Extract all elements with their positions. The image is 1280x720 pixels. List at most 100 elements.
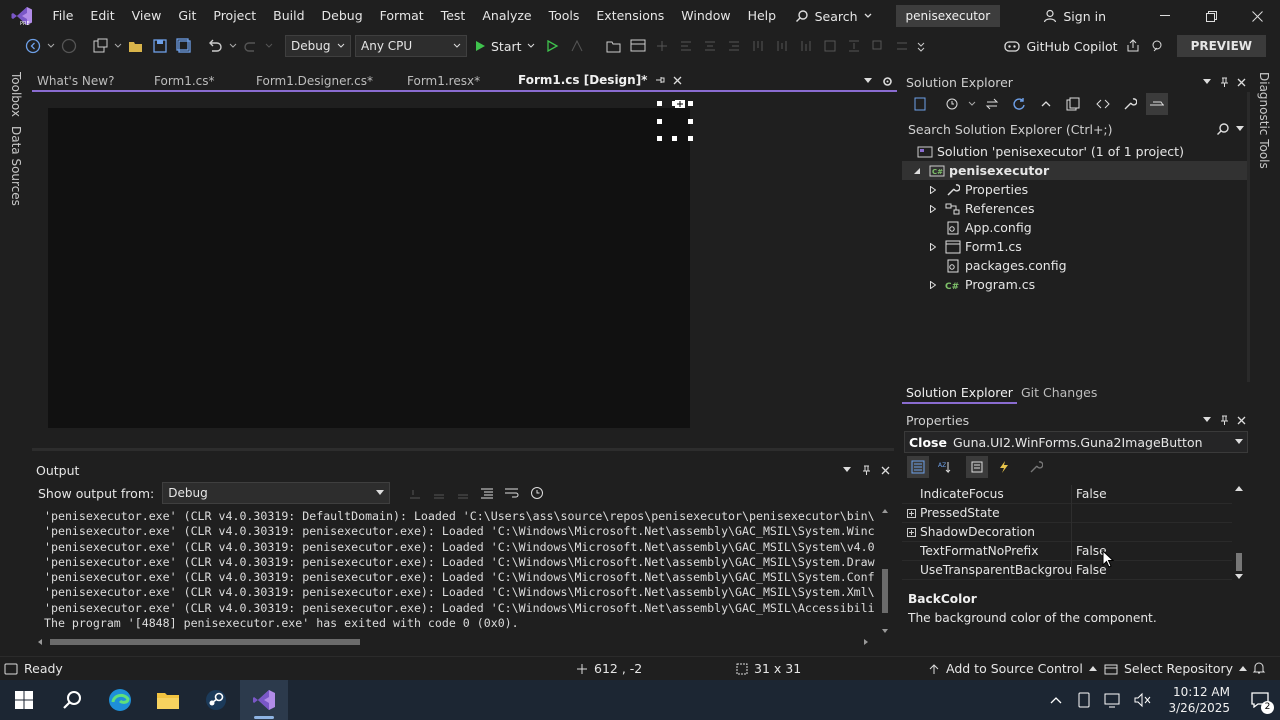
pending-changes-icon[interactable]: [941, 93, 963, 115]
property-value[interactable]: [1071, 522, 1232, 542]
close-icon[interactable]: [673, 76, 682, 85]
property-row-textformatnoprefix[interactable]: TextFormatNoPrefix False: [902, 541, 1232, 561]
new-project-icon[interactable]: [89, 35, 111, 57]
back-icon[interactable]: [22, 35, 44, 57]
solution-name-badge[interactable]: penisexecutor: [895, 5, 1001, 27]
pin-icon[interactable]: [861, 465, 871, 476]
property-value[interactable]: False: [1071, 560, 1232, 580]
edge-browser-icon[interactable]: [96, 680, 144, 720]
expanded-icon[interactable]: [910, 167, 924, 175]
menu-item-window[interactable]: Window: [673, 0, 739, 32]
browse-folder-icon[interactable]: [603, 35, 625, 57]
toolbox-tab[interactable]: Toolbox: [9, 72, 23, 117]
menu-item-debug[interactable]: Debug: [313, 0, 371, 32]
property-row-shadowdecoration[interactable]: ShadowDecoration: [902, 522, 1232, 542]
menu-item-extensions[interactable]: Extensions: [588, 0, 673, 32]
sign-in-button[interactable]: Sign in: [1043, 9, 1106, 24]
properties-view-icon[interactable]: [966, 456, 988, 478]
tab-list-dropdown-icon[interactable]: [864, 78, 872, 84]
menu-item-edit[interactable]: Edit: [82, 0, 123, 32]
tree-project-node[interactable]: C# penisexecutor: [902, 161, 1250, 180]
same-size-icon[interactable]: [819, 35, 841, 57]
configuration-dropdown[interactable]: Debug: [285, 35, 351, 57]
property-row-pressedstate[interactable]: PressedState: [902, 503, 1232, 523]
tree-item-form1-cs[interactable]: Form1.cs: [902, 237, 1250, 256]
alphabetical-icon[interactable]: AZ: [934, 456, 956, 478]
view-code-icon[interactable]: [1092, 93, 1114, 115]
align-right-icon[interactable]: [723, 35, 745, 57]
refresh-icon[interactable]: [1008, 93, 1030, 115]
github-copilot-button[interactable]: GitHub Copilot: [1004, 39, 1118, 54]
tree-solution-node[interactable]: Solution 'penisexecutor' (1 of 1 project…: [902, 142, 1250, 161]
preview-button[interactable]: PREVIEW: [1176, 35, 1266, 57]
chevron-down-icon[interactable]: [46, 35, 56, 57]
close-button-selection[interactable]: [657, 99, 693, 141]
preview-selected-icon[interactable]: [1146, 93, 1168, 115]
show-all-files-icon[interactable]: [1062, 93, 1084, 115]
tab-solution-explorer[interactable]: Solution Explorer: [902, 382, 1017, 404]
menu-item-help[interactable]: Help: [739, 0, 785, 32]
output-horizontal-scrollbar[interactable]: [36, 637, 874, 647]
tab-form1-resx[interactable]: Form1.resx*: [402, 70, 513, 92]
bring-front-icon[interactable]: [867, 35, 889, 57]
output-window-icon[interactable]: [4, 663, 18, 675]
solution-explorer-search[interactable]: Search Solution Explorer (Ctrl+;): [904, 118, 1248, 140]
chevron-down-icon[interactable]: [113, 35, 123, 57]
tab-form1-designer[interactable]: Form1.Designer.cs*: [251, 70, 402, 92]
start-debugging-button[interactable]: Start: [469, 39, 541, 54]
move-glyph-icon[interactable]: [674, 99, 686, 109]
expand-arrow-icon[interactable]: [926, 280, 940, 289]
notification-center-icon[interactable]: 2: [1240, 680, 1280, 720]
events-lightning-icon[interactable]: [993, 456, 1015, 478]
menu-item-project[interactable]: Project: [205, 0, 265, 32]
switch-views-icon[interactable]: [909, 93, 931, 115]
taskbar-search-icon[interactable]: [48, 680, 96, 720]
window-menu-icon[interactable]: [1203, 79, 1211, 85]
menu-item-view[interactable]: View: [123, 0, 170, 32]
word-wrap-icon[interactable]: [504, 487, 520, 499]
menu-item-tools[interactable]: Tools: [540, 0, 588, 32]
data-sources-tab[interactable]: Data Sources: [9, 126, 23, 206]
solution-explorer-scrollbar[interactable]: [1247, 92, 1250, 382]
next-message-icon[interactable]: [456, 487, 470, 499]
feedback-icon[interactable]: [1146, 35, 1168, 57]
save-icon[interactable]: [149, 35, 171, 57]
output-vertical-scrollbar[interactable]: [880, 507, 890, 637]
property-value[interactable]: False: [1071, 541, 1232, 561]
menu-item-git[interactable]: Git: [170, 0, 205, 32]
object-selector-dropdown[interactable]: Close Guna.UI2.WinForms.Guna2ImageButton: [904, 431, 1248, 453]
device-icon[interactable]: [1076, 692, 1092, 708]
volume-muted-icon[interactable]: [1134, 692, 1152, 708]
expand-plus-icon[interactable]: [902, 508, 920, 518]
redo-icon[interactable]: [240, 35, 262, 57]
expand-arrow-icon[interactable]: [926, 242, 940, 251]
expand-plus-icon[interactable]: [902, 527, 920, 537]
toolbar-options-icon[interactable]: [915, 35, 927, 57]
tab-order-icon[interactable]: [891, 35, 913, 57]
steam-icon[interactable]: [192, 680, 240, 720]
minimize-button[interactable]: [1142, 0, 1188, 32]
designer-splitter[interactable]: [32, 448, 894, 451]
expand-arrow-icon[interactable]: [926, 204, 940, 213]
undo-icon[interactable]: [204, 35, 226, 57]
menu-item-build[interactable]: Build: [265, 0, 313, 32]
share-icon[interactable]: [1122, 35, 1144, 57]
restore-button[interactable]: [1188, 0, 1234, 32]
tab-whats-new[interactable]: What's New?: [32, 70, 149, 92]
menu-item-analyze[interactable]: Analyze: [474, 0, 540, 32]
start-without-debugging-icon[interactable]: [542, 35, 564, 57]
align-center-icon[interactable]: [699, 35, 721, 57]
system-clock[interactable]: 10:12 AM 3/26/2025: [1158, 684, 1240, 716]
tab-git-changes[interactable]: Git Changes: [1017, 382, 1101, 404]
pin-icon[interactable]: [1219, 415, 1229, 426]
tab-form1-cs[interactable]: Form1.cs*: [149, 70, 251, 92]
close-icon[interactable]: [1237, 416, 1246, 425]
search-options-icon[interactable]: [1236, 126, 1244, 132]
output-source-dropdown[interactable]: Debug: [162, 482, 391, 504]
previous-message-icon[interactable]: [432, 487, 446, 499]
expand-arrow-icon[interactable]: [926, 185, 940, 194]
tree-item-properties[interactable]: Properties: [902, 180, 1250, 199]
clock-icon[interactable]: [530, 486, 544, 500]
menu-item-file[interactable]: File: [44, 0, 82, 32]
chevron-down-icon[interactable]: [968, 93, 976, 115]
